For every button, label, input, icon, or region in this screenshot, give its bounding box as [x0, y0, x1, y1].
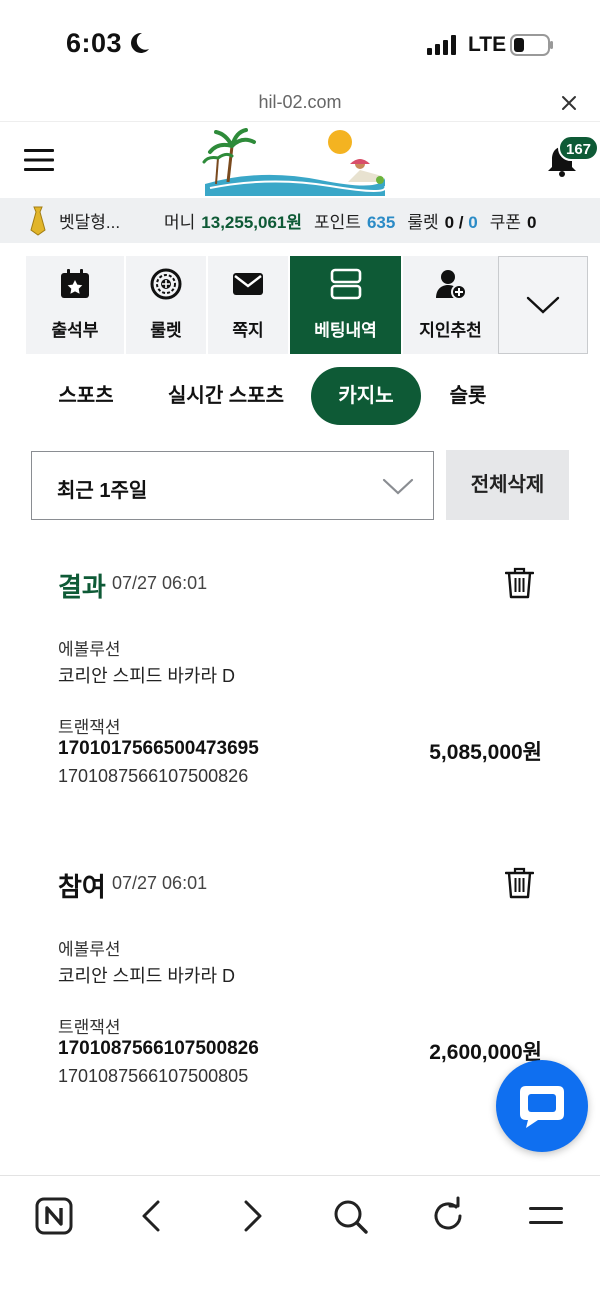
- search-icon[interactable]: [330, 1196, 370, 1236]
- quick-nav-label: 베팅내역: [314, 321, 377, 340]
- trash-icon[interactable]: [505, 567, 534, 599]
- transaction-id: 1701087566107500826: [58, 1038, 259, 1059]
- naver-home-icon[interactable]: [34, 1196, 74, 1236]
- tie-icon: [30, 206, 46, 236]
- tab-live-sports[interactable]: 실시간 스포츠: [156, 367, 296, 425]
- record-status: 참여: [58, 872, 106, 902]
- record-datetime: 07/27 06:01: [112, 573, 208, 593]
- transaction-label: 트랜잭션: [58, 1018, 121, 1037]
- site-header: 167: [0, 121, 600, 197]
- envelope-icon: [233, 273, 263, 295]
- coupon-info: 쿠폰 0: [490, 208, 537, 233]
- record-amount: 2,600,000원: [429, 1041, 542, 1064]
- bet-record: 결과 07/27 06:01 에볼루션 코리안 스피드 바카라 D 트랜잭션 1…: [0, 567, 600, 827]
- reference-id: 1701087566107500826: [58, 766, 249, 786]
- moon-icon: [131, 32, 149, 53]
- transaction-id: 1701017566500473695: [58, 738, 259, 759]
- refresh-icon[interactable]: [428, 1196, 468, 1236]
- provider-name: 에볼루션: [58, 640, 121, 659]
- roulette-total: 0: [468, 213, 478, 232]
- notification-badge[interactable]: 167: [558, 135, 600, 161]
- quick-nav-label: 지인추천: [419, 321, 482, 340]
- username[interactable]: 벳달형...: [59, 208, 164, 233]
- period-select[interactable]: 최근 1주일: [31, 451, 434, 520]
- battery-icon: [510, 34, 553, 56]
- menu-icon[interactable]: [526, 1196, 566, 1236]
- roulette-label: 룰렛: [407, 213, 439, 232]
- browser-bottom-bar: [0, 1175, 600, 1301]
- point-value: 635: [366, 213, 396, 232]
- coupon-label: 쿠폰: [489, 213, 521, 232]
- quick-nav-attendance[interactable]: 출석부: [26, 256, 124, 354]
- point-label: 포인트: [314, 213, 361, 232]
- record-datetime: 07/27 06:01: [112, 873, 208, 893]
- roulette-icon: [150, 268, 182, 300]
- money-value: 13,255,061원: [201, 213, 303, 232]
- quick-nav-messages[interactable]: 쪽지: [208, 256, 288, 354]
- url-text[interactable]: hil-02.com: [0, 92, 600, 113]
- quick-nav-more-button[interactable]: [498, 256, 588, 354]
- chevron-down-icon: [382, 478, 414, 495]
- category-tabs: 스포츠 실시간 스포츠 카지노 슬롯: [0, 367, 600, 427]
- money-label: 머니: [164, 213, 196, 232]
- network-type: LTE: [468, 33, 507, 56]
- tab-slot[interactable]: 슬롯: [436, 367, 500, 425]
- game-name: 코리안 스피드 바카라 D: [58, 666, 236, 686]
- browser-url-bar[interactable]: hil-02.com: [0, 86, 600, 120]
- tab-casino[interactable]: 카지노: [311, 367, 421, 425]
- user-add-icon: [435, 270, 467, 300]
- forward-arrow-icon[interactable]: [232, 1196, 272, 1236]
- quick-nav-roulette[interactable]: 룰렛: [126, 256, 206, 354]
- chevron-down-icon: [526, 296, 560, 314]
- coupon-value: 0: [526, 213, 537, 232]
- site-logo[interactable]: [200, 124, 390, 196]
- reference-id: 1701087566107500805: [58, 1066, 249, 1086]
- chat-bubble-icon: [520, 1086, 564, 1128]
- user-info-bar: 벳달형... 머니 13,255,061원 포인트 635 룰렛 0 / 0 쿠폰 0: [0, 198, 600, 243]
- back-arrow-icon[interactable]: [132, 1196, 172, 1236]
- quick-nav-referral[interactable]: 지인추천: [403, 256, 498, 354]
- roulette-separator: /: [454, 213, 469, 232]
- quick-nav-betting-history[interactable]: 베팅내역: [290, 256, 401, 354]
- quick-nav-label: 룰렛: [150, 321, 182, 340]
- period-selected-value: 최근 1주일: [57, 480, 148, 502]
- trash-icon[interactable]: [505, 867, 534, 899]
- roulette-used: 0: [444, 213, 455, 232]
- point-info: 포인트 635: [314, 208, 395, 233]
- quick-nav: 출석부 룰렛 쪽지 베팅내역 지인추천: [12, 256, 588, 354]
- delete-all-button[interactable]: 전체삭제: [446, 450, 569, 520]
- status-bar: 6:03 LTE: [0, 0, 600, 90]
- record-amount: 5,085,000원: [429, 741, 542, 764]
- hamburger-menu-icon[interactable]: [24, 148, 54, 172]
- quick-nav-label: 쪽지: [232, 321, 264, 340]
- chat-button[interactable]: [496, 1060, 588, 1152]
- quick-nav-label: 출석부: [51, 321, 99, 340]
- transaction-label: 트랜잭션: [58, 718, 121, 737]
- betting-history-icon: [330, 268, 361, 300]
- signal-icon: [427, 35, 456, 55]
- status-time: 6:03: [66, 28, 123, 58]
- tab-sports[interactable]: 스포츠: [45, 367, 127, 425]
- close-icon[interactable]: [558, 92, 580, 114]
- record-status: 결과: [58, 572, 106, 602]
- roulette-info: 룰렛 0 / 0: [407, 208, 477, 233]
- money-info: 머니 13,255,061원: [164, 208, 302, 233]
- calendar-star-icon: [61, 269, 89, 298]
- game-name: 코리안 스피드 바카라 D: [58, 966, 236, 986]
- provider-name: 에볼루션: [58, 940, 121, 959]
